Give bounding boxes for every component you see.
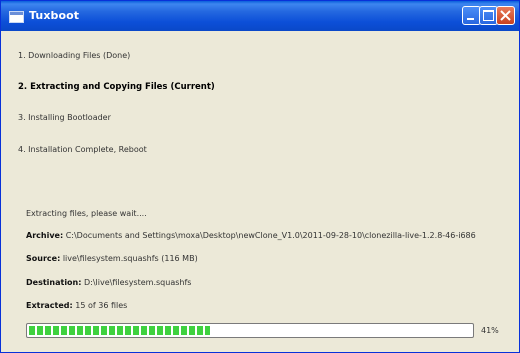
progress-percent-label: 41% [481,326,499,335]
source-value: live\filesystem.squashfs (116 MB) [62,254,198,263]
archive-label: Archive: [26,231,64,240]
tuxboot-window: Tuxboot 1. Downloading Files (Done) 2. E… [0,0,520,353]
archive-row: Archive: C:\Documents and Settings\moxa\… [26,231,476,240]
destination-label: Destination: [26,278,82,287]
archive-value: C:\Documents and Settings\moxa\Desktop\n… [65,231,476,240]
step-2-label-current: 2. Extracting and Copying Files (Current… [18,82,215,92]
close-icon [500,10,511,21]
source-row: Source: live\filesystem.squashfs (116 MB… [26,254,198,263]
extracted-row: Extracted: 15 of 36 files [26,301,127,310]
close-button[interactable] [496,6,515,25]
progress-bar-fill [29,326,210,335]
extracted-label: Extracted: [26,301,73,310]
step-1-label: 1. Downloading Files (Done) [18,51,131,60]
extraction-progress-bar [26,323,474,338]
app-window-icon [9,11,24,23]
destination-value: D:\live\filesystem.squashfs [84,278,192,287]
destination-row: Destination: D:\live\filesystem.squashfs [26,278,191,287]
window-title: Tuxboot [29,9,80,22]
step-3-label: 3. Installing Bootloader [18,113,111,122]
status-message: Extracting files, please wait.... [26,209,147,218]
extracted-value: 15 of 36 files [75,301,128,310]
title-bar[interactable]: Tuxboot [1,1,519,31]
source-label: Source: [26,254,61,263]
step-4-label: 4. Installation Complete, Reboot [18,145,147,154]
